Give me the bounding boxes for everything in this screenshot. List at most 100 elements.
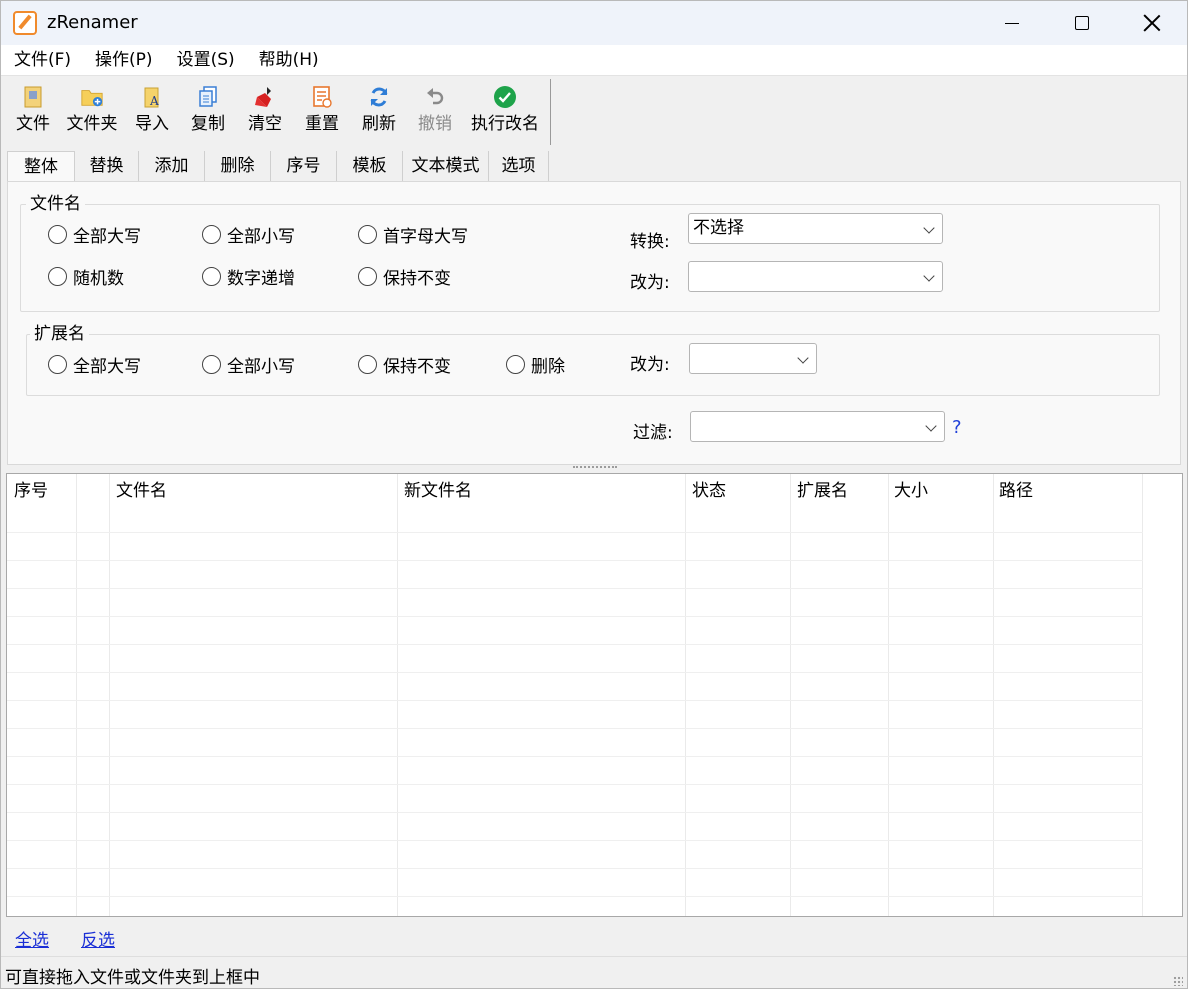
splitter-grip[interactable]: [573, 466, 617, 470]
row-line: [7, 812, 1143, 813]
folder-add-icon: [80, 85, 104, 109]
chevron-down-icon: [923, 270, 935, 282]
column-header-new-filename[interactable]: 新文件名: [397, 474, 472, 506]
row-line: [7, 868, 1143, 869]
status-text: 可直接拖入文件或文件夹到上框中: [5, 968, 260, 988]
filename-random-radio[interactable]: 随机数: [48, 264, 124, 289]
filename-lowercase-radio[interactable]: 全部小写: [202, 222, 295, 247]
close-button[interactable]: [1117, 1, 1187, 45]
copy-button[interactable]: 复制: [179, 79, 237, 141]
tab-text-mode[interactable]: 文本模式: [403, 151, 489, 181]
resize-grip-icon[interactable]: [1173, 976, 1183, 986]
filename-change-select[interactable]: [688, 261, 943, 292]
column-divider: [109, 474, 110, 916]
column-header-extension[interactable]: 扩展名: [790, 474, 848, 506]
tab-sequence[interactable]: 序号: [271, 151, 337, 181]
tab-overall[interactable]: 整体: [7, 151, 75, 182]
list-header: 序号 文件名 新文件名 状态 扩展名 大小 路径: [7, 474, 1182, 506]
ext-uppercase-radio[interactable]: 全部大写: [48, 352, 141, 377]
ext-keep-radio[interactable]: 保持不变: [358, 352, 451, 377]
radio-circle: [358, 267, 377, 286]
column-divider: [76, 474, 77, 916]
column-header-blank[interactable]: [77, 474, 84, 506]
menu-settings[interactable]: 设置(S): [164, 45, 246, 75]
ext-lowercase-radio[interactable]: 全部小写: [202, 352, 295, 377]
refresh-button[interactable]: 刷新: [351, 79, 407, 141]
column-header-filename[interactable]: 文件名: [109, 474, 167, 506]
refresh-icon: [367, 85, 391, 109]
select-all-link[interactable]: 全选: [15, 926, 49, 951]
maximize-button[interactable]: [1047, 1, 1117, 45]
minimize-button[interactable]: [977, 1, 1047, 45]
reset-icon: [310, 85, 334, 109]
column-divider: [790, 474, 791, 916]
column-divider: [1142, 474, 1143, 916]
radio-circle: [48, 225, 67, 244]
row-line: [7, 672, 1143, 673]
filter-help-link[interactable]: ?: [952, 417, 962, 438]
tab-replace[interactable]: 替换: [75, 151, 139, 181]
filter-label: 过滤:: [633, 423, 673, 443]
close-icon: [1143, 14, 1161, 32]
invert-selection-link[interactable]: 反选: [81, 926, 115, 951]
row-line: [7, 756, 1143, 757]
undo-icon: [423, 85, 447, 109]
convert-label: 转换:: [630, 232, 670, 252]
clear-button[interactable]: 清空: [237, 79, 293, 141]
import-button[interactable]: A 导入: [125, 79, 179, 141]
undo-button[interactable]: 撤销: [407, 79, 463, 141]
filename-capitalize-radio[interactable]: 首字母大写: [358, 222, 468, 247]
radio-circle: [202, 267, 221, 286]
menu-operation[interactable]: 操作(P): [82, 45, 164, 75]
filter-select[interactable]: [690, 411, 945, 442]
row-line: [7, 560, 1143, 561]
chevron-down-icon: [925, 420, 937, 432]
radio-circle: [202, 355, 221, 374]
add-file-button[interactable]: 文件: [7, 79, 59, 141]
execute-icon: [493, 85, 517, 109]
radio-circle: [202, 225, 221, 244]
row-line: [7, 840, 1143, 841]
row-line: [7, 588, 1143, 589]
broom-icon: [253, 85, 277, 109]
ext-change-select[interactable]: [689, 343, 817, 374]
execute-rename-button[interactable]: 执行改名: [463, 79, 547, 141]
ext-change-label: 改为:: [630, 355, 670, 375]
tab-template[interactable]: 模板: [337, 151, 403, 181]
column-header-index[interactable]: 序号: [7, 474, 48, 506]
ext-delete-radio[interactable]: 删除: [506, 352, 565, 377]
reset-button[interactable]: 重置: [293, 79, 351, 141]
filename-uppercase-radio[interactable]: 全部大写: [48, 222, 141, 247]
column-divider: [397, 474, 398, 916]
column-header-status[interactable]: 状态: [685, 474, 726, 506]
column-header-size[interactable]: 大小: [887, 474, 928, 506]
menu-help[interactable]: 帮助(H): [246, 45, 330, 75]
toolbar: 文件 文件夹 A 导入 复制 清空 重置 刷新 撤销 执行改名: [7, 79, 551, 145]
row-line: [7, 616, 1143, 617]
menu-file[interactable]: 文件(F): [1, 45, 82, 75]
radio-circle: [48, 267, 67, 286]
column-divider: [685, 474, 686, 916]
add-folder-button[interactable]: 文件夹: [59, 79, 125, 141]
filename-change-label: 改为:: [630, 273, 670, 293]
filename-increment-radio[interactable]: 数字递增: [202, 264, 295, 289]
filename-group-title: 文件名: [26, 194, 85, 214]
row-line: [7, 728, 1143, 729]
filename-keep-radio[interactable]: 保持不变: [358, 264, 451, 289]
row-line: [7, 700, 1143, 701]
tab-delete[interactable]: 删除: [205, 151, 271, 181]
chevron-down-icon: [797, 352, 809, 364]
filename-group: [20, 204, 1160, 312]
tab-strip: 整体 替换 添加 删除 序号 模板 文本模式 选项: [7, 151, 549, 182]
import-icon: A: [140, 85, 164, 109]
radio-circle: [358, 355, 377, 374]
minimize-icon: [1005, 22, 1019, 24]
tab-options[interactable]: 选项: [489, 151, 549, 181]
svg-text:A: A: [149, 94, 159, 108]
radio-circle: [506, 355, 525, 374]
column-header-path[interactable]: 路径: [992, 474, 1033, 506]
row-line: [7, 896, 1143, 897]
convert-select[interactable]: 不选择: [688, 213, 943, 244]
file-list[interactable]: 序号 文件名 新文件名 状态 扩展名 大小 路径: [6, 473, 1183, 917]
tab-add[interactable]: 添加: [139, 151, 205, 181]
